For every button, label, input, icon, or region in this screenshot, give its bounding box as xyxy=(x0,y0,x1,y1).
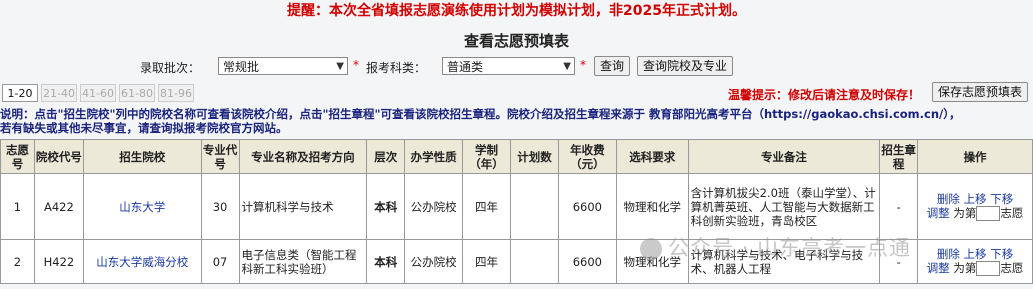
batch-label: 录取批次： xyxy=(140,61,201,75)
cell-years: 四年 xyxy=(462,173,512,240)
subject-select[interactable]: 普通类 ▼ xyxy=(442,57,575,75)
cell-major: 计算机科学与技术 xyxy=(238,173,368,240)
watermark: 公众号 · 山东高考一点通 xyxy=(640,232,911,262)
tab-41-60[interactable]: 41-60 xyxy=(80,84,116,102)
description-line-1: 说明：点击"招生院校"列中的院校名称可查看该院校介绍，点击"招生章程"可查看该院… xyxy=(0,107,961,121)
adjust-suffix-label: 志愿 xyxy=(1000,261,1024,275)
cell-school-code: H422 xyxy=(33,239,84,284)
col-header: 院校代号 xyxy=(33,139,84,174)
cell-subjects: 物理和化学 xyxy=(615,173,689,240)
adjust-link[interactable]: 调整 xyxy=(927,206,950,220)
col-header: 学制（年） xyxy=(462,139,512,174)
save-form-button[interactable]: 保存志愿预填表 xyxy=(932,82,1029,102)
cell-fee: 6600 xyxy=(557,173,617,240)
required-mark: * xyxy=(580,58,586,72)
description-line-2: 若有缺失或其他未尽事宜，请查询拟报考院校官方网站。 xyxy=(0,121,288,135)
table-header-row: 志愿号 院校代号 招生院校 专业代号 专业名称及招考方向 层次 办学性质 学制（… xyxy=(0,139,1033,174)
col-header: 招生院校 xyxy=(82,139,202,174)
move-down-link[interactable]: 下移 xyxy=(990,247,1013,261)
col-header: 层次 xyxy=(366,139,406,174)
table-row: 1 A422 山东大学 30 计算机科学与技术 本科 公办院校 四年 6600 … xyxy=(0,173,1033,240)
school-link[interactable]: 山东大学 xyxy=(82,173,202,240)
cell-operations: 删除 上移 下移 调整 为第 志愿 xyxy=(917,239,1033,284)
col-header: 计划数 xyxy=(510,139,559,174)
cell-major: 电子信息类（智能工程科新工科实验班） xyxy=(238,239,368,284)
watermark-text: 公众号 · 山东高考一点通 xyxy=(668,236,912,260)
notice-banner: 提醒：本次全省填报志愿演练使用计划为模拟计划，非2025年正式计划。 xyxy=(287,3,746,19)
cell-fee: 6600 xyxy=(557,239,617,284)
move-up-link[interactable]: 上移 xyxy=(964,192,987,206)
required-mark: * xyxy=(353,58,359,72)
move-down-link[interactable]: 下移 xyxy=(990,192,1013,206)
move-up-link[interactable]: 上移 xyxy=(964,247,987,261)
cell-nature: 公办院校 xyxy=(404,173,464,240)
cell-charter: - xyxy=(879,173,919,240)
cell-level: 本科 xyxy=(366,173,406,240)
batch-select[interactable]: 常规批 ▼ xyxy=(218,57,348,75)
col-header: 办学性质 xyxy=(404,139,464,174)
cell-years: 四年 xyxy=(462,239,512,284)
subject-select-value: 普通类 xyxy=(447,60,484,74)
delete-link[interactable]: 删除 xyxy=(937,247,960,261)
batch-select-value: 常规批 xyxy=(223,60,260,74)
chevron-down-icon: ▼ xyxy=(336,61,344,72)
cell-operations: 删除 上移 下移 调整 为第 志愿 xyxy=(917,173,1033,240)
col-header: 志愿号 xyxy=(0,139,35,174)
cell-plan xyxy=(510,173,559,240)
adjust-to-label: 为第 xyxy=(953,261,977,275)
col-header: 专业名称及招考方向 xyxy=(238,139,368,174)
cell-remark: 含计算机拔尖2.0班（泰山学堂）、计算机菁英班、人工智能与大数据新工科创新实验班… xyxy=(687,173,881,240)
cell-no: 1 xyxy=(0,173,35,240)
tab-81-96[interactable]: 81-96 xyxy=(158,84,194,102)
tab-1-20[interactable]: 1-20 xyxy=(2,84,38,102)
col-header: 专业备注 xyxy=(687,139,881,174)
warm-tip: 温馨提示：修改后请注意及时保存！ xyxy=(728,88,921,102)
col-header: 操作 xyxy=(917,139,1033,174)
position-input[interactable] xyxy=(976,261,1001,276)
query-school-major-button[interactable]: 查询院校及专业 xyxy=(637,56,734,76)
cell-school-code: A422 xyxy=(33,173,84,240)
query-button[interactable]: 查询 xyxy=(594,56,631,76)
col-header: 年收费（元） xyxy=(557,139,617,174)
cell-major-code: 30 xyxy=(200,173,240,240)
cell-major-code: 07 xyxy=(200,239,240,284)
col-header: 选科要求 xyxy=(615,139,689,174)
col-header: 专业代号 xyxy=(200,139,240,174)
subject-label: 报考科类： xyxy=(366,61,427,75)
volunteer-table: 志愿号 院校代号 招生院校 专业代号 专业名称及招考方向 层次 办学性质 学制（… xyxy=(0,139,1033,284)
filter-bar: 录取批次： 常规批 ▼ * 报考科类： 普通类 ▼ * 查询 查询院校及专业 xyxy=(0,56,1033,78)
chevron-down-icon: ▼ xyxy=(563,61,571,72)
tab-21-40[interactable]: 21-40 xyxy=(41,84,77,102)
page-title: 查看志愿预填表 xyxy=(463,32,569,50)
school-link[interactable]: 山东大学威海分校 xyxy=(82,239,202,284)
adjust-to-label: 为第 xyxy=(953,206,977,220)
adjust-link[interactable]: 调整 xyxy=(927,261,950,275)
wechat-icon xyxy=(640,238,662,260)
description: 说明：点击"招生院校"列中的院校名称可查看该院校介绍，点击"招生章程"可查看该院… xyxy=(0,107,1033,135)
col-header: 招生章程 xyxy=(879,139,919,174)
position-input[interactable] xyxy=(976,206,1001,221)
delete-link[interactable]: 删除 xyxy=(937,192,960,206)
adjust-suffix-label: 志愿 xyxy=(1000,206,1024,220)
cell-level: 本科 xyxy=(366,239,406,284)
cell-no: 2 xyxy=(0,239,35,284)
cell-plan xyxy=(510,239,559,284)
tab-61-80[interactable]: 61-80 xyxy=(119,84,155,102)
cell-nature: 公办院校 xyxy=(404,239,464,284)
